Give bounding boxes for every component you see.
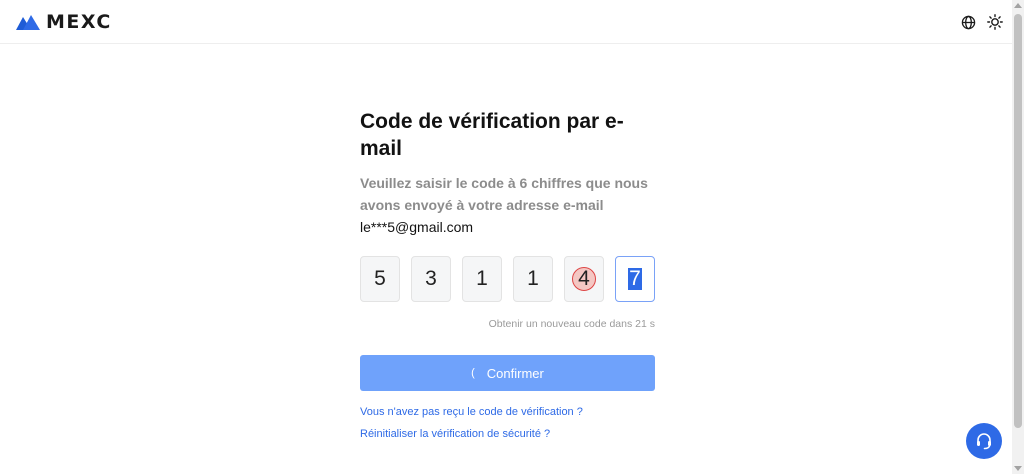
reset-security-link[interactable]: Réinitialiser la vérification de sécurit…	[360, 428, 655, 440]
sun-icon[interactable]	[986, 13, 1004, 31]
page: MEXC Code de vérification par e-mail Veu…	[0, 0, 1024, 474]
brand-name: MEXC	[46, 11, 112, 33]
instruction-text: Veuillez saisir le code à 6 chiffres que…	[360, 172, 655, 238]
otp-digit-value: 4	[578, 267, 590, 290]
instruction-message: Veuillez saisir le code à 6 chiffres que…	[360, 175, 648, 213]
confirm-label: Confirmer	[486, 365, 544, 381]
otp-digit-5[interactable]: 4	[564, 256, 604, 302]
page-title: Code de vérification par e-mail	[360, 110, 624, 160]
mexc-logo[interactable]: MEXC	[15, 12, 112, 32]
masked-email: le***5@gmail.com	[360, 219, 474, 235]
otp-digit-value: 7	[628, 267, 642, 290]
confirm-button[interactable]: ( Confirmer	[360, 355, 655, 391]
scroll-down-icon[interactable]	[1014, 466, 1022, 471]
otp-digit-value: 1	[527, 267, 539, 290]
resend-countdown: Obtenir un nouveau code dans 21 s	[488, 318, 655, 330]
verification-card: Code de vérification par e-mail Veuillez…	[360, 108, 655, 440]
otp-input-row: 5 3 1 1 4 7	[360, 256, 655, 302]
mexc-logo-icon	[16, 15, 40, 30]
headset-icon	[977, 433, 991, 450]
vertical-scrollbar[interactable]	[1012, 0, 1024, 474]
otp-digit-6[interactable]: 7	[615, 256, 655, 302]
click-marker: 4	[572, 267, 596, 291]
otp-digit-value: 1	[476, 267, 488, 290]
otp-digit-value: 5	[374, 267, 386, 290]
otp-digit-2[interactable]: 3	[411, 256, 451, 302]
otp-digit-3[interactable]: 1	[462, 256, 502, 302]
otp-digit-value: 3	[425, 267, 437, 290]
code-not-received-link[interactable]: Vous n'avez pas reçu le code de vérifica…	[360, 406, 655, 418]
loading-spinner-icon: (	[471, 367, 475, 379]
otp-digit-1[interactable]: 5	[360, 256, 400, 302]
scroll-thumb[interactable]	[1014, 14, 1022, 428]
top-header: MEXC	[0, 0, 1012, 44]
scroll-up-icon[interactable]	[1014, 3, 1022, 8]
otp-digit-4[interactable]: 1	[513, 256, 553, 302]
globe-icon[interactable]	[959, 13, 977, 31]
support-chat-button[interactable]	[966, 423, 1002, 459]
